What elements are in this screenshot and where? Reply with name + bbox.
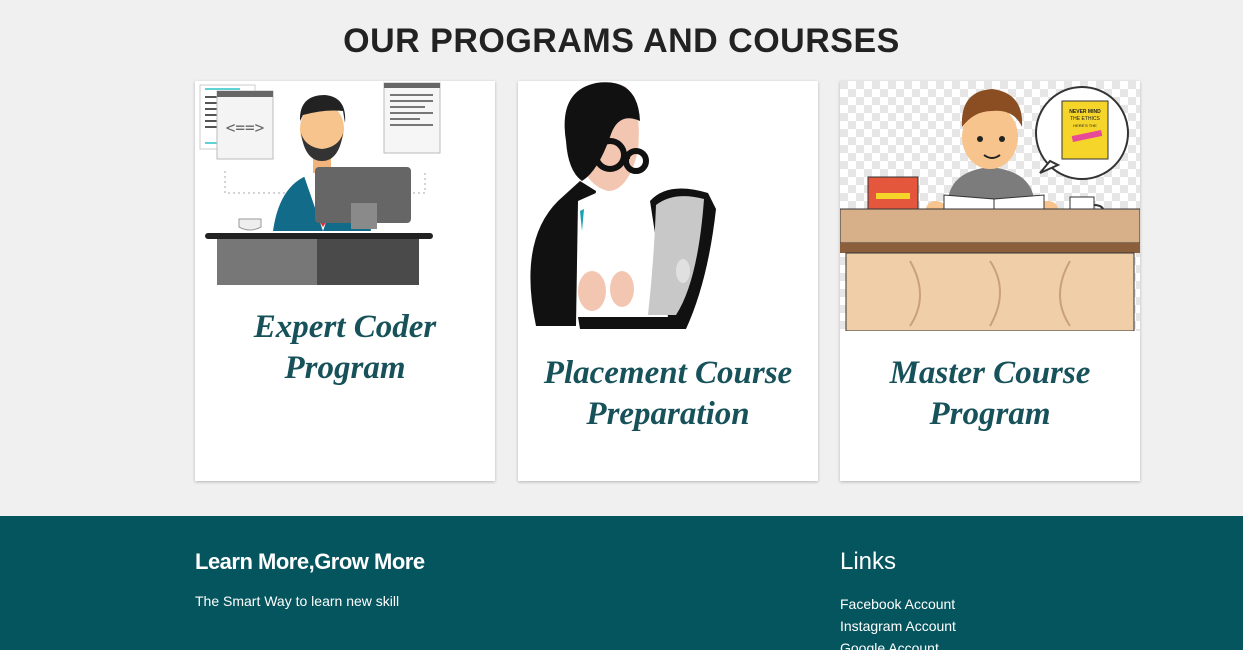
google-link[interactable]: Google Account	[840, 640, 939, 650]
card-title[interactable]: Master Course Program	[840, 353, 1140, 435]
footer-tagline: The Smart Way to learn new skill	[195, 593, 400, 609]
student-laptop-illustration	[530, 82, 716, 329]
coder-illustration: <==>	[199, 82, 441, 285]
footer-links: Facebook Account Instagram Account Googl…	[840, 593, 956, 650]
card-title[interactable]: Expert Coder Program	[195, 307, 495, 389]
footer-brand: Learn More,Grow More	[195, 549, 425, 574]
svg-text:<==>: <==>	[226, 118, 265, 137]
instagram-link[interactable]: Instagram Account	[840, 618, 956, 634]
course-card-master[interactable]: NEVER MIND THE ETHICS HERE'S THE Master …	[840, 81, 1140, 481]
card-title[interactable]: Placement Course Preparation	[518, 353, 818, 435]
svg-text:NEVER MIND: NEVER MIND	[1069, 109, 1101, 115]
course-card-expert-coder[interactable]: <==> Expert Coder Program	[195, 81, 495, 481]
section-title: OUR PROGRAMS AND COURSES	[343, 22, 900, 60]
reader-illustration: NEVER MIND THE ETHICS HERE'S THE	[840, 81, 1140, 331]
footer: Learn More,Grow More The Smart Way to le…	[0, 516, 1243, 650]
facebook-link[interactable]: Facebook Account	[840, 596, 955, 612]
svg-text:THE ETHICS: THE ETHICS	[1070, 116, 1100, 122]
svg-text:HERE'S THE: HERE'S THE	[1073, 123, 1097, 128]
course-card-placement[interactable]: Placement Course Preparation	[518, 81, 818, 481]
footer-links-title: Links	[840, 548, 897, 575]
